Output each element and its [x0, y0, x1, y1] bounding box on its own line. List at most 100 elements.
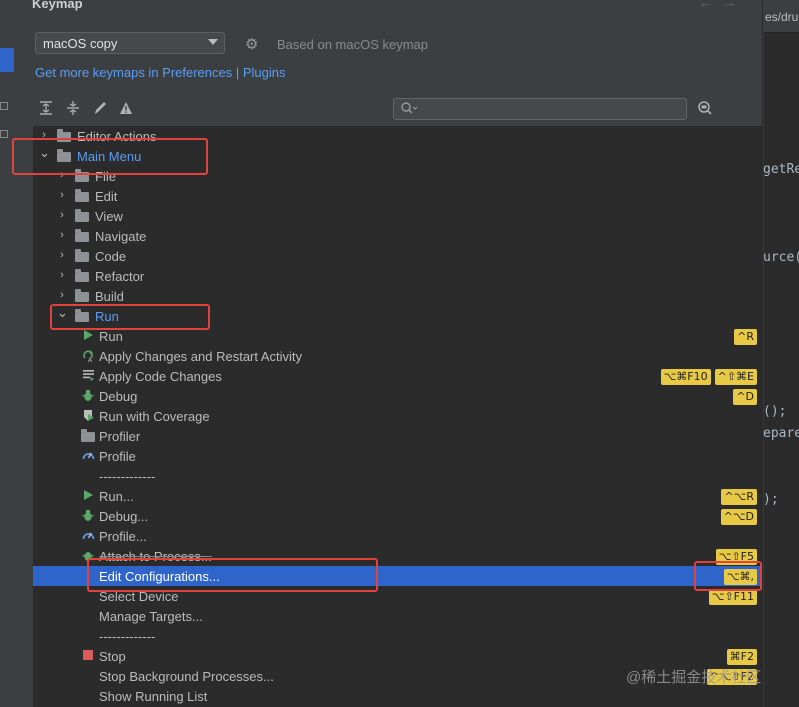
shortcut-list: ⌥⌘F10 ^⇧⌘E	[657, 368, 757, 385]
tree-item-label: -------------	[99, 629, 156, 644]
ide-left-gutter	[0, 0, 15, 707]
based-on-label: Based on macOS keymap	[277, 37, 429, 52]
code-line: );	[763, 492, 779, 507]
shortcut-list: ^⌥D	[717, 508, 757, 525]
tree-folder-row[interactable]: › Refactor	[33, 266, 762, 286]
tree-action-row[interactable]: Profile	[33, 446, 762, 466]
shortcut-badge: ⌥⇧F11	[708, 589, 757, 605]
profile-icon	[81, 449, 95, 463]
pencil-icon[interactable]	[92, 100, 108, 119]
tree-action-row[interactable]: Stop ⌘F2	[33, 646, 762, 666]
gear-icon[interactable]: ⚙	[245, 35, 258, 53]
chevron-right-icon[interactable]: ›	[57, 209, 67, 221]
code-line: urce(	[763, 250, 799, 265]
shortcut-badge: ^R	[734, 329, 757, 345]
tree-item-label: Show Running List	[99, 689, 208, 704]
tree-item-label: Stop Background Processes...	[99, 669, 274, 684]
tree-action-row[interactable]: Apply Code Changes ⌥⌘F10 ^⇧⌘E	[33, 366, 762, 386]
shortcut-list: ⌘F2	[723, 648, 757, 665]
tree-item-label: -------------	[99, 469, 156, 484]
tree-item-label: Stop	[99, 649, 126, 664]
folder-icon	[75, 189, 89, 202]
gutter-icon[interactable]	[0, 130, 8, 138]
shortcut-badge: ^⇧⌘E	[714, 369, 757, 385]
code-line: getRe	[763, 162, 799, 177]
tree-action-row[interactable]: Manage Targets...	[33, 606, 762, 626]
editor-gutter-line	[763, 32, 764, 707]
forward-arrow-icon[interactable]: →	[722, 0, 746, 10]
chevron-right-icon[interactable]: ›	[57, 189, 67, 201]
tree-item-label: Profile...	[99, 529, 147, 544]
get-more-keymaps-link[interactable]: Get more keymaps in Preferences | Plugin…	[35, 65, 286, 80]
shortcut-list: ^⌥R	[717, 488, 757, 505]
tree-folder-row[interactable]: › Navigate	[33, 226, 762, 246]
tree-item-label: Run	[99, 329, 123, 344]
coverage-icon	[81, 409, 95, 425]
profile-icon	[81, 529, 95, 543]
tree-action-row[interactable]: Debug... ^⌥D	[33, 506, 762, 526]
tree-item-label: View	[95, 209, 123, 224]
debug-icon	[81, 389, 95, 405]
chevron-down-icon	[208, 39, 218, 45]
folder-icon	[75, 249, 89, 262]
code-line: ();	[763, 404, 787, 419]
tree-item-label: Navigate	[95, 229, 147, 244]
keymap-select-value: macOS copy	[43, 36, 118, 51]
chevron-right-icon[interactable]: ›	[57, 289, 67, 301]
folder-icon	[75, 289, 89, 302]
tree-action-row[interactable]: A Apply Changes and Restart Activity	[33, 346, 762, 366]
chevron-right-icon[interactable]: ›	[57, 229, 67, 241]
tree-folder-row[interactable]: › Edit	[33, 186, 762, 206]
tree-item-label: Manage Targets...	[99, 609, 203, 624]
history-nav: ←→	[698, 0, 746, 10]
tree-separator-row[interactable]: -------------	[33, 626, 762, 646]
tree-action-row[interactable]: Show Running List	[33, 686, 762, 706]
tree-item-label: Refactor	[95, 269, 145, 284]
annotation-box-shortcut	[694, 561, 762, 591]
apply-code-icon	[81, 369, 95, 384]
tree-action-row[interactable]: Run with Coverage	[33, 406, 762, 426]
shortcut-badge: ^D	[733, 389, 757, 405]
tree-item-label: Apply Changes and Restart Activity	[99, 349, 303, 364]
tree-item-label: Profiler	[99, 429, 141, 444]
panel-title: Keymap	[32, 0, 83, 11]
watermark: @稀土掘金技术社区	[626, 669, 762, 686]
annotation-box-run	[50, 304, 210, 330]
folder-icon	[75, 229, 89, 242]
tree-separator-row[interactable]: -------------	[33, 466, 762, 486]
tree-action-row[interactable]: Debug ^D	[33, 386, 762, 406]
chevron-right-icon[interactable]: ›	[57, 269, 67, 281]
shortcut-list: ^D	[729, 388, 757, 405]
tree-folder-row[interactable]: › Build	[33, 286, 762, 306]
keymap-select[interactable]: macOS copy	[35, 32, 225, 54]
tree-action-row[interactable]: Profile...	[33, 526, 762, 546]
code-line: epare	[763, 426, 799, 441]
folder-icon	[75, 269, 89, 282]
tree-item-label: Run...	[99, 489, 134, 504]
tree-folder-row[interactable]: › View	[33, 206, 762, 226]
folder-icon	[81, 429, 95, 442]
warning-icon[interactable]	[118, 100, 134, 119]
collapse-all-icon[interactable]	[65, 100, 81, 119]
code-editor[interactable]: es/druid getRe urce( (); epare);	[763, 0, 799, 707]
back-arrow-icon[interactable]: ←	[698, 0, 722, 10]
find-shortcut-icon[interactable]	[697, 100, 713, 119]
tree-folder-row[interactable]: Profiler	[33, 426, 762, 446]
chevron-right-icon[interactable]: ›	[57, 249, 67, 261]
folder-icon	[75, 209, 89, 222]
svg-text:A: A	[88, 357, 93, 362]
tree-item-label: Code	[95, 249, 127, 264]
keymap-tree[interactable]: › Editor Actions ⌄ Main Menu › File › Edit › View…	[33, 126, 762, 707]
stop-icon	[81, 649, 95, 664]
expand-all-icon[interactable]	[38, 100, 54, 119]
tree-item-label: Debug...	[99, 509, 149, 524]
search-input[interactable]	[393, 98, 687, 120]
gutter-icon[interactable]	[0, 102, 8, 110]
shortcut-badge: ^⌥R	[721, 489, 757, 505]
gutter-selected-item[interactable]	[0, 48, 14, 72]
shortcut-badge: ⌥⌘F10	[660, 369, 711, 385]
tree-folder-row[interactable]: › Code	[33, 246, 762, 266]
editor-tab-path[interactable]: es/druid	[765, 10, 799, 24]
tree-action-row[interactable]: Run... ^⌥R	[33, 486, 762, 506]
tree-item-label: Build	[95, 289, 124, 304]
